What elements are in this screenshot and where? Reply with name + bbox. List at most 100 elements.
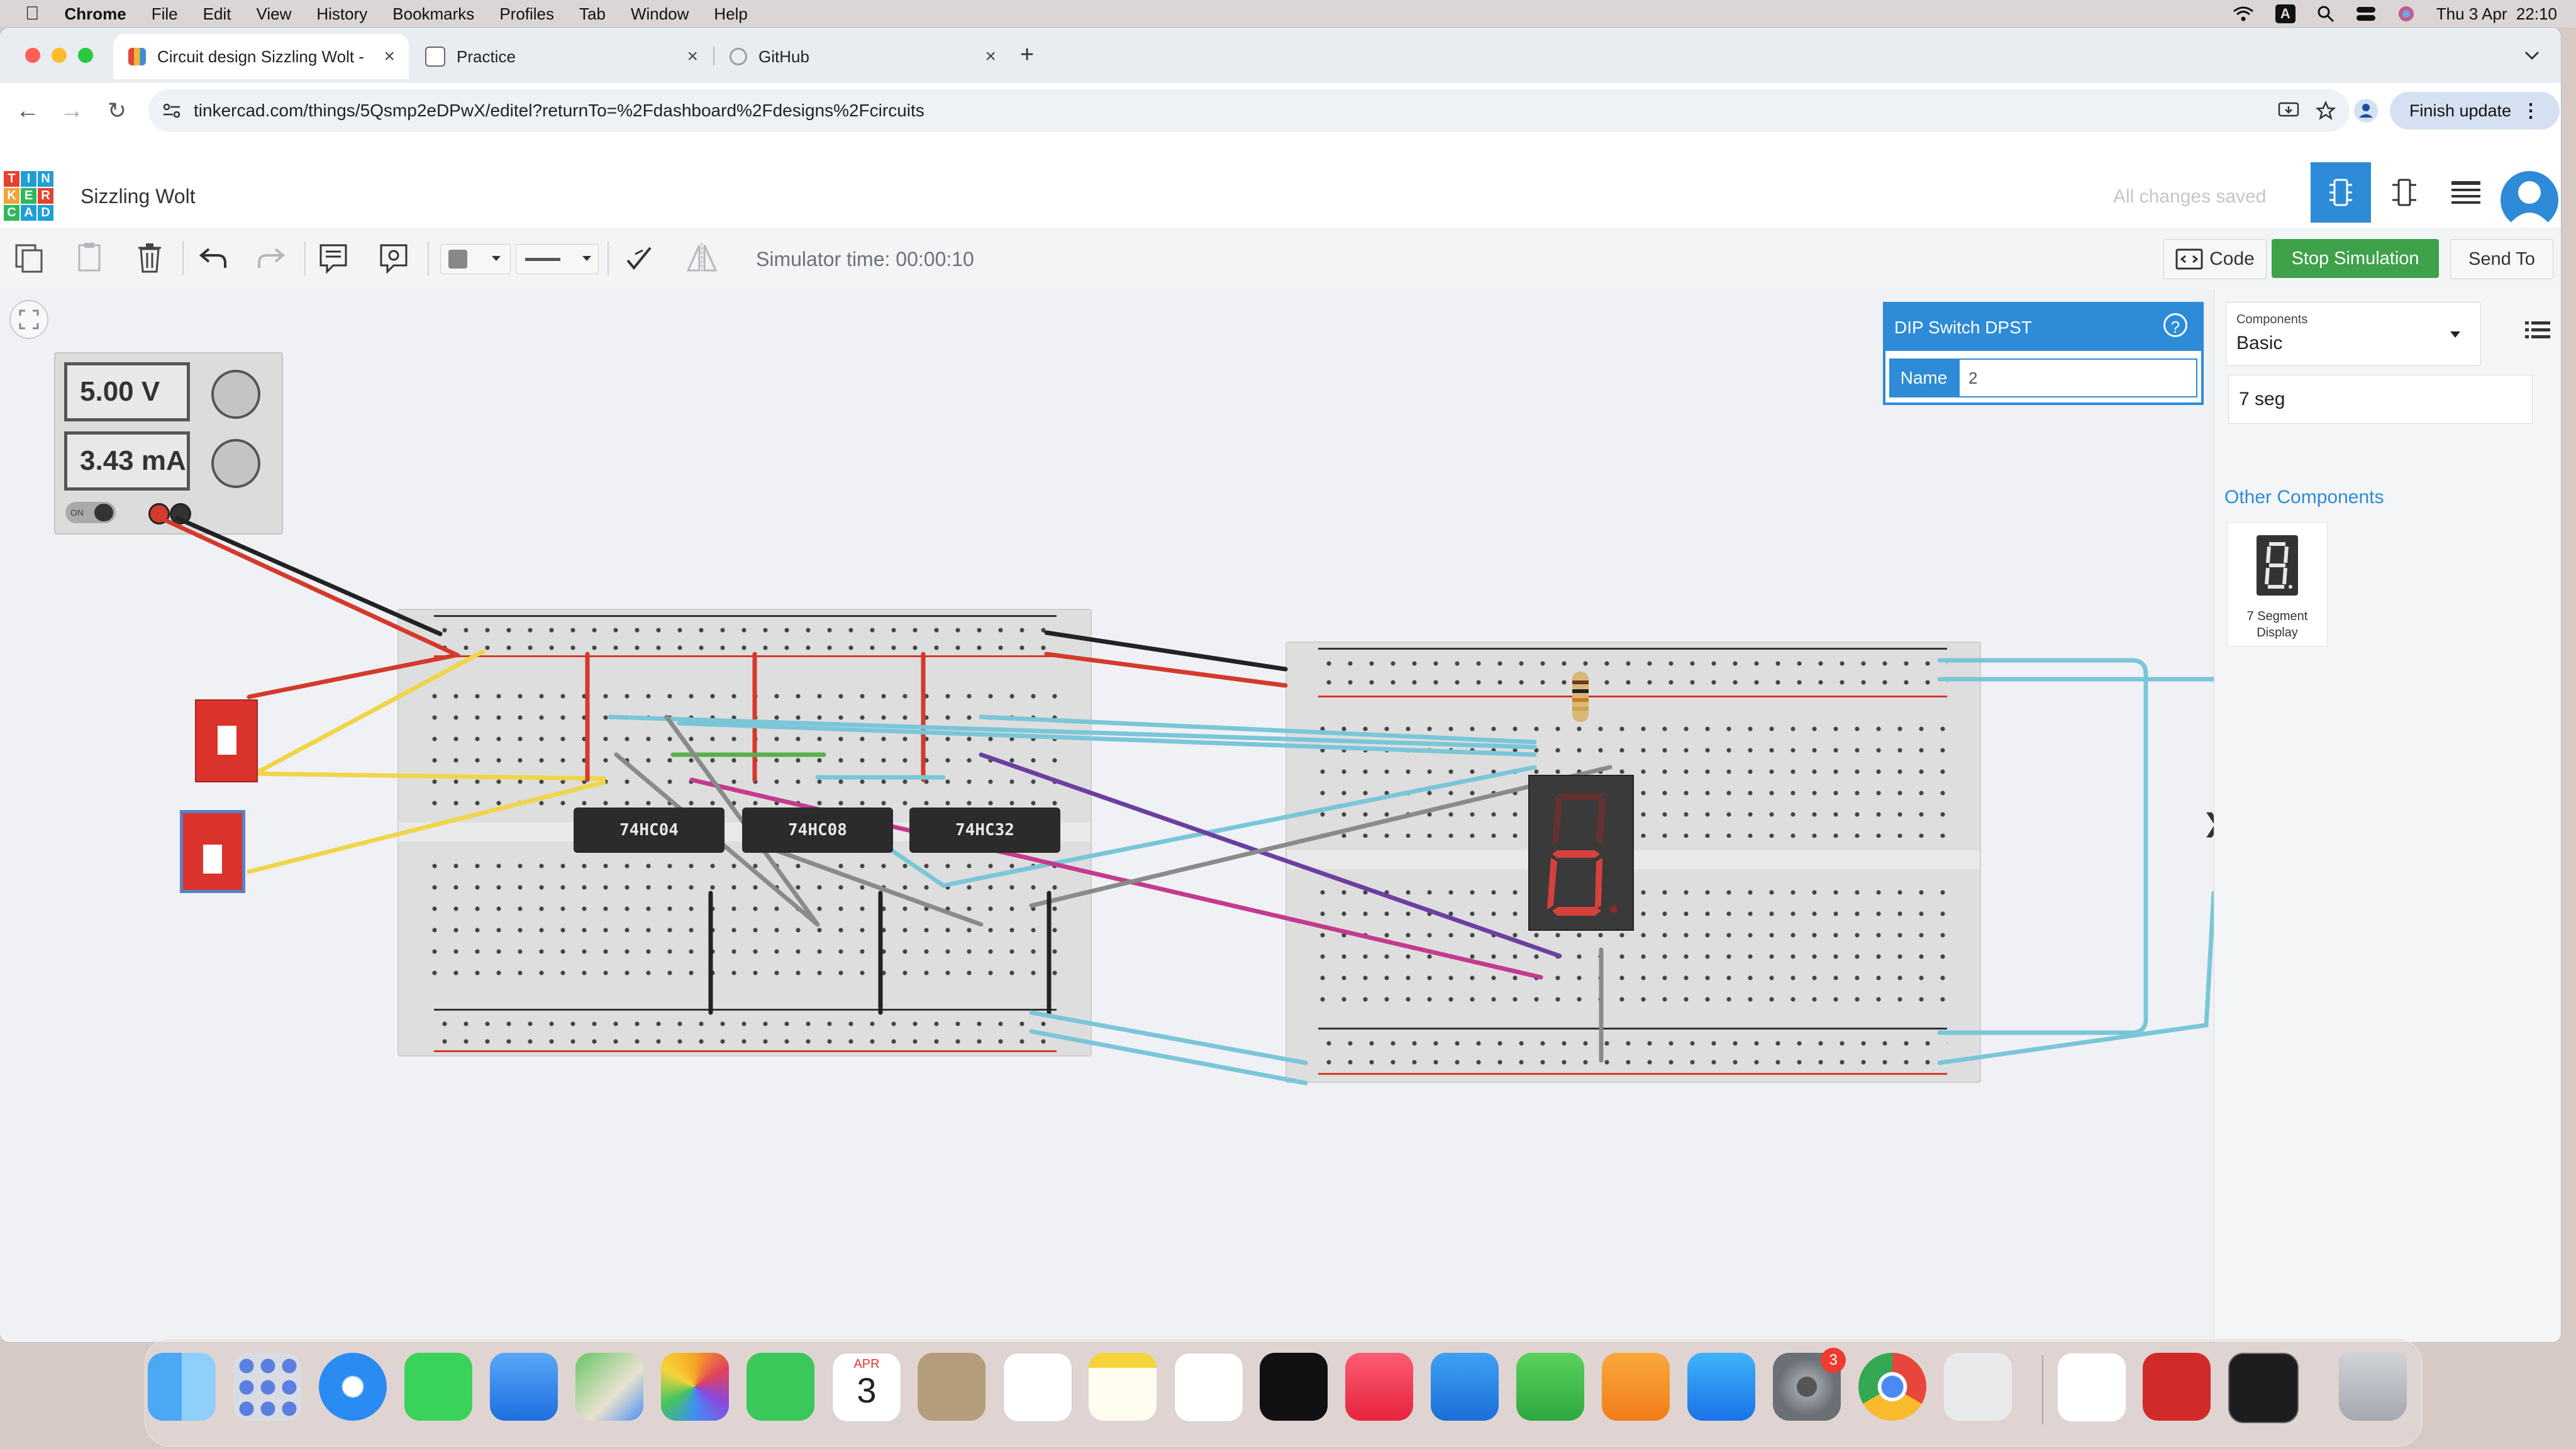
calendar-icon[interactable]: APR 3 [832, 1353, 901, 1422]
maps-icon[interactable] [575, 1353, 643, 1421]
profile-avatar-icon[interactable] [2353, 98, 2379, 123]
user-avatar[interactable] [2501, 171, 2558, 229]
resistor[interactable] [1572, 672, 1589, 722]
reload-icon[interactable]: ↻ [98, 92, 136, 130]
color-picker[interactable] [440, 244, 511, 274]
url-text[interactable]: tinkercad.com/things/5Qsmp2eDPwX/editel?… [194, 101, 924, 121]
input-source-icon[interactable]: A [2275, 4, 2296, 23]
reminders-icon[interactable] [1003, 1353, 1072, 1422]
close-tab-icon[interactable]: × [985, 46, 996, 67]
wires-layer[interactable] [0, 289, 2214, 1342]
code-button[interactable]: Code [2163, 239, 2267, 279]
flip-icon[interactable] [683, 239, 721, 277]
more-options-icon[interactable]: ⋮ [2521, 100, 2540, 122]
design-name[interactable]: Sizzling Wolt [80, 185, 196, 208]
circuit-view-button[interactable] [2311, 162, 2371, 223]
control-center-icon[interactable] [2356, 6, 2376, 22]
notes-icon[interactable] [1089, 1353, 1157, 1421]
dip-switch-2-selected[interactable] [180, 810, 245, 893]
music-icon[interactable] [1345, 1353, 1413, 1421]
siri-icon[interactable] [2397, 5, 2415, 23]
safari-icon[interactable] [319, 1353, 387, 1421]
contacts-icon[interactable] [918, 1353, 985, 1421]
install-app-icon[interactable] [2278, 101, 2299, 120]
chip-74hc08[interactable]: 74HC08 [742, 808, 893, 853]
tinkercad-logo[interactable]: T I N K E R C A D [4, 171, 55, 222]
seven-segment-display[interactable] [1528, 775, 1634, 931]
url-bar[interactable]: tinkercad.com/things/5Qsmp2eDPwX/editel?… [148, 89, 2350, 132]
send-to-button[interactable]: Send To [2450, 239, 2553, 279]
close-window-button[interactable] [25, 48, 40, 63]
list-view-icon[interactable] [2525, 319, 2550, 341]
system-settings-icon[interactable]: 3 [1773, 1348, 1846, 1421]
paste-icon[interactable] [70, 239, 108, 277]
bookmark-star-icon[interactable] [2316, 101, 2336, 121]
help-icon[interactable]: ? [2163, 313, 2187, 337]
facetime-icon[interactable] [747, 1353, 814, 1421]
menu-history[interactable]: History [316, 4, 367, 24]
component-list-view-icon[interactable] [2450, 179, 2482, 206]
launchpad-icon[interactable] [233, 1353, 301, 1421]
menu-bookmarks[interactable]: Bookmarks [392, 4, 474, 24]
rotate-icon[interactable] [620, 239, 658, 277]
chrome-icon[interactable] [1858, 1353, 1926, 1421]
site-settings-icon[interactable] [162, 103, 181, 119]
photos-icon[interactable] [661, 1353, 729, 1421]
add-note-icon[interactable] [314, 239, 352, 277]
finish-update-button[interactable]: Finish update ⋮ [2390, 92, 2560, 130]
menu-tab[interactable]: Tab [579, 4, 606, 24]
freeform-icon[interactable] [1174, 1353, 1243, 1422]
numbers-icon[interactable] [1516, 1353, 1584, 1421]
dip-switch-1[interactable] [195, 699, 258, 782]
tab-github[interactable]: GitHub × [714, 34, 1010, 79]
menu-window[interactable]: Window [631, 4, 689, 24]
tab-practice[interactable]: Practice × [410, 34, 712, 79]
finder-icon[interactable] [148, 1353, 216, 1421]
tab-search-chevron-icon[interactable] [2522, 47, 2542, 64]
tab-circuit-design[interactable]: Circuit design Sizzling Wolt - × [113, 34, 409, 79]
close-tab-icon[interactable]: × [687, 46, 698, 67]
name-input[interactable]: 2 [1958, 358, 2197, 397]
minimize-window-button[interactable] [52, 48, 67, 63]
copy-icon[interactable] [10, 239, 48, 277]
menubar-datetime[interactable]: Thu 3 Apr 22:10 [2436, 4, 2557, 24]
chip-74hc32[interactable]: 74HC32 [909, 808, 1060, 853]
components-dropdown[interactable]: Components Basic [2226, 302, 2481, 366]
undo-icon[interactable] [194, 239, 231, 277]
menu-edit[interactable]: Edit [203, 4, 231, 24]
apple-tv-icon[interactable] [1260, 1353, 1328, 1421]
menu-help[interactable]: Help [714, 4, 747, 24]
close-tab-icon[interactable]: × [384, 46, 395, 67]
component-item-7-segment[interactable]: 7 Segment Display [2227, 522, 2328, 647]
photo-booth-icon[interactable] [2143, 1353, 2211, 1421]
circuit-canvas[interactable]: 5.00 V 3.43 mA ON 74HC04 74HC08 74HC32 D… [0, 289, 2224, 1342]
schematic-view-icon[interactable] [2390, 176, 2419, 209]
new-tab-button[interactable]: + [1020, 42, 1034, 69]
component-search-input[interactable]: 7 seg [2228, 375, 2533, 424]
roblox-icon[interactable] [1944, 1353, 2012, 1421]
menu-profiles[interactable]: Profiles [499, 4, 554, 24]
keynote-icon[interactable] [1431, 1353, 1499, 1421]
forward-arrow-icon[interactable]: → [53, 92, 91, 130]
wire-type-picker[interactable] [516, 244, 599, 274]
chip-74hc04[interactable]: 74HC04 [574, 808, 724, 853]
messages-icon[interactable] [404, 1353, 472, 1421]
apple-icon[interactable]:  [25, 3, 40, 25]
menu-view[interactable]: View [256, 4, 291, 24]
app-store-icon[interactable] [1687, 1353, 1755, 1421]
terminal-icon[interactable] [2228, 1353, 2299, 1423]
wifi-icon[interactable] [2233, 6, 2254, 22]
vscode-icon[interactable] [2057, 1353, 2126, 1422]
notes-visibility-icon[interactable] [375, 239, 413, 277]
zoom-window-button[interactable] [78, 48, 93, 63]
mail-icon[interactable] [490, 1353, 558, 1421]
menu-app-name[interactable]: Chrome [65, 4, 126, 24]
search-icon[interactable] [2317, 5, 2334, 23]
trash-icon[interactable] [2339, 1353, 2407, 1421]
pages-icon[interactable] [1602, 1353, 1670, 1421]
redo-icon[interactable] [253, 239, 291, 277]
back-arrow-icon[interactable]: ← [9, 92, 47, 130]
stop-simulation-button[interactable]: Stop Simulation [2272, 239, 2439, 278]
delete-trash-icon[interactable] [131, 239, 169, 277]
menu-file[interactable]: File [152, 4, 178, 24]
